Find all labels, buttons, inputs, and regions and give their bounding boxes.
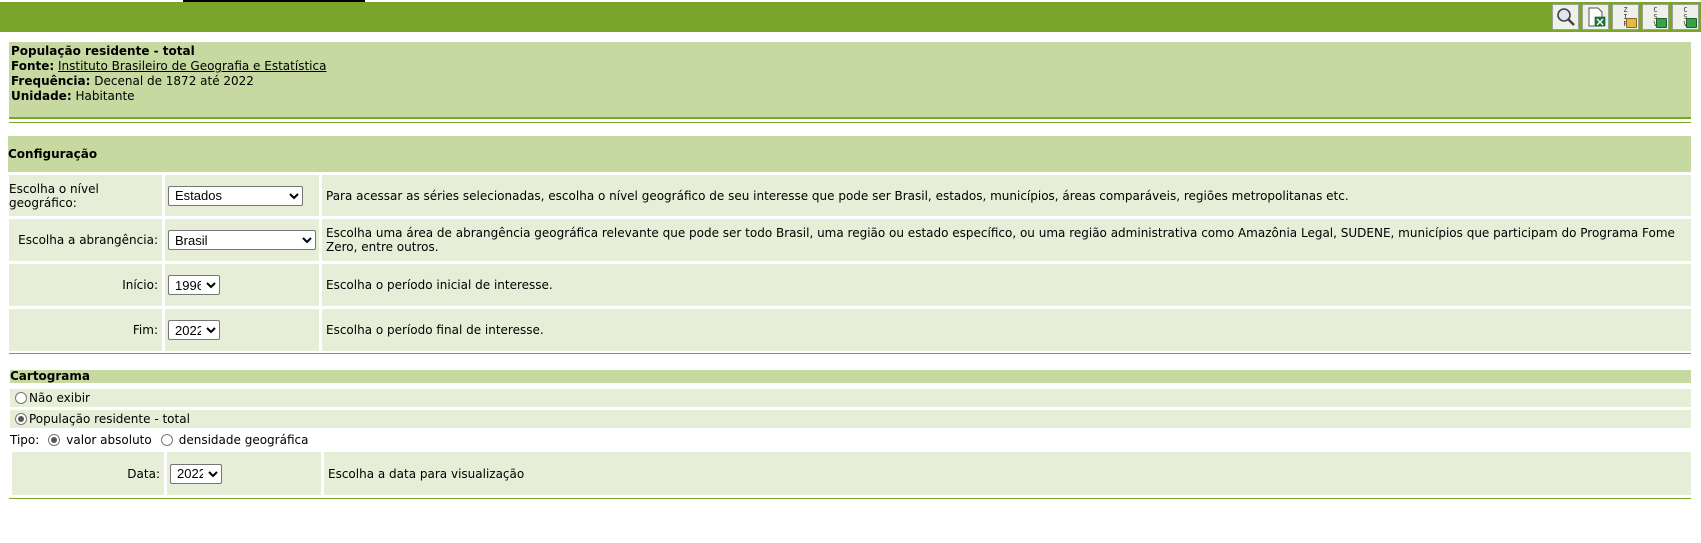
config-row-nivel: Escolha o nível geográfico: Estados Para… <box>9 175 1691 216</box>
abrangencia-select[interactable]: Brasil <box>168 230 316 250</box>
config-row-fim: Fim: 2022 Escolha o período final de int… <box>9 309 1691 351</box>
data-label: Data: <box>12 452 164 495</box>
config-row-abrangencia: Escolha a abrangência: Brasil Escolha um… <box>9 219 1691 261</box>
nao-exibir-label: Não exibir <box>29 391 90 405</box>
magnifier-icon <box>1556 8 1575 26</box>
header-bar <box>0 2 1701 32</box>
frequencia-value: Decenal de 1872 até 2022 <box>94 74 254 88</box>
cartograma-heading: Cartograma <box>10 370 1691 383</box>
densidade-radio[interactable] <box>160 434 173 446</box>
populacao-radio[interactable] <box>15 413 27 425</box>
nivel-help: Para acessar as séries selecionadas, esc… <box>322 175 1691 216</box>
export-excel-button[interactable] <box>1582 4 1609 30</box>
divider <box>9 353 1691 354</box>
export-csv-button[interactable]: C S V <box>1642 4 1669 30</box>
divider <box>9 122 1691 123</box>
data-row: Data: 2022 Escolha a data para visualiza… <box>12 452 1691 495</box>
inicio-help: Escolha o período inicial de interesse. <box>322 264 1691 306</box>
config-heading: Configuração <box>8 136 1691 172</box>
fim-select[interactable]: 2022 <box>168 320 220 340</box>
valor-absoluto-label: valor absoluto <box>66 433 152 447</box>
abrangencia-label: Escolha a abrangência: <box>9 219 162 261</box>
fim-help: Escolha o período final de interesse. <box>322 309 1691 351</box>
tipo-row: Tipo: valor absoluto densidade geográfic… <box>0 431 1681 449</box>
option-populacao[interactable]: População residente - total <box>10 410 1691 428</box>
nivel-cell: Estados <box>165 175 319 216</box>
arrow-icon <box>1686 18 1697 28</box>
data-cell: 2022 <box>167 452 321 495</box>
series-info: População residente - total Fonte: Insti… <box>9 42 1691 119</box>
inicio-cell: 1996 <box>165 264 319 306</box>
nao-exibir-radio[interactable] <box>15 392 27 404</box>
valor-absoluto-radio[interactable] <box>48 434 61 446</box>
export-csv2-button[interactable]: C S V <box>1672 4 1699 30</box>
data-select[interactable]: 2022 <box>170 463 222 484</box>
densidade-label: densidade geográfica <box>178 433 309 447</box>
excel-icon <box>1588 7 1605 27</box>
unidade-value: Habitante <box>75 89 135 103</box>
fim-label: Fim: <box>9 309 162 351</box>
config-row-inicio: Início: 1996 Escolha o período inicial d… <box>9 264 1691 306</box>
fonte-link[interactable]: Instituto Brasileiro de Geografia e Esta… <box>58 59 326 73</box>
nivel-label: Escolha o nível geográfico: <box>9 175 162 216</box>
inicio-label: Início: <box>9 264 162 306</box>
tipo-label: Tipo: <box>10 433 40 447</box>
divider <box>9 498 1691 499</box>
inicio-select[interactable]: 1996 <box>168 275 220 295</box>
abrangencia-help: Escolha uma área de abrangência geográfi… <box>322 219 1691 261</box>
unidade-label: Unidade: <box>11 89 72 103</box>
abrangencia-cell: Brasil <box>165 219 319 261</box>
frequencia-label: Frequência: <box>11 74 91 88</box>
data-help: Escolha a data para visualização <box>324 452 1691 495</box>
export-zip-button[interactable]: Z I P <box>1612 4 1639 30</box>
fonte-label: Fonte: <box>11 59 55 73</box>
option-nao-exibir[interactable]: Não exibir <box>10 389 1691 407</box>
search-button[interactable] <box>1552 4 1579 30</box>
fim-cell: 2022 <box>165 309 319 351</box>
arrow-icon <box>1656 18 1667 28</box>
nivel-select[interactable]: Estados <box>168 185 303 206</box>
series-title: População residente - total <box>11 44 195 58</box>
populacao-label: População residente - total <box>29 412 190 426</box>
export-toolbar: Z I P C S V C S V <box>1552 2 1701 32</box>
folder-icon <box>1626 18 1637 28</box>
